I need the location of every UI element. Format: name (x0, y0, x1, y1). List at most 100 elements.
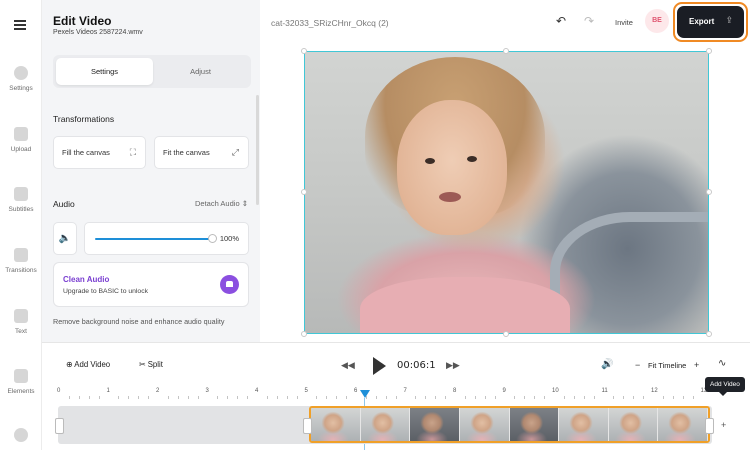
resize-handle[interactable] (503, 48, 509, 54)
ruler-minor-tick (692, 396, 694, 399)
fill-canvas-button[interactable]: Fill the canvas ⛶ (53, 136, 146, 169)
project-file-name[interactable]: cat-32033_SRizCHnr_Okcq (2) (271, 18, 389, 28)
invite-button[interactable]: Invite (615, 18, 633, 27)
ruler-tick-label: 1 (106, 388, 110, 394)
undo-icon[interactable]: ↶ (556, 14, 566, 28)
ruler-tick-label: 5 (304, 388, 308, 394)
resize-handle[interactable] (301, 189, 307, 195)
split-button[interactable]: ✂ Split (139, 360, 163, 369)
resize-handle[interactable] (503, 331, 509, 337)
ruler-tick-label: 4 (255, 388, 259, 394)
ruler-minor-tick (385, 396, 387, 399)
expand-icon: ⤢ (231, 147, 239, 157)
ruler-minor-tick (415, 396, 417, 399)
ruler-minor-tick (177, 396, 179, 399)
ruler-minor-tick (682, 396, 684, 399)
fill-canvas-icon: ⛶ (129, 147, 136, 157)
resize-handle[interactable] (706, 48, 712, 54)
add-track-icon[interactable]: + (721, 420, 726, 430)
clip-thumbnail (559, 408, 609, 441)
redo-icon[interactable]: ↷ (584, 14, 594, 28)
rail-item-upload[interactable]: Upload (0, 127, 42, 153)
ruler-minor-tick (227, 396, 229, 399)
clean-audio-card[interactable]: Clean Audio Upgrade to BASIC to unlock (53, 262, 249, 307)
ruler-minor-tick (78, 396, 80, 399)
volume-slider[interactable]: 100% (84, 222, 249, 255)
canvas-selection (304, 51, 709, 334)
export-button[interactable]: Export ⇪ (677, 6, 744, 38)
detach-audio-button[interactable]: Detach Audio ⇕ (195, 199, 248, 208)
contrast-icon (14, 428, 28, 442)
rail-item-settings[interactable]: Settings (0, 66, 42, 92)
video-clip[interactable] (309, 406, 710, 443)
ruler-minor-tick (544, 396, 546, 399)
panel-subtitle: Pexels Videos 2587224.wmv (53, 29, 143, 36)
ruler-minor-tick (336, 396, 338, 399)
ruler-minor-tick (98, 396, 100, 399)
tab-settings[interactable]: Settings (56, 58, 153, 85)
zoom-out-icon[interactable]: − (635, 360, 640, 370)
fit-canvas-button[interactable]: Fit the canvas ⤢ (154, 136, 249, 169)
speaker-icon[interactable]: 🔈 (53, 222, 77, 255)
ruler-minor-tick (593, 396, 595, 399)
ruler-minor-tick (128, 396, 130, 399)
track-start-handle[interactable] (55, 418, 64, 434)
rail-item-transitions[interactable]: Transitions (0, 248, 42, 274)
add-video-label: Add Video (74, 360, 111, 369)
play-icon[interactable] (373, 357, 386, 375)
current-time: 00:06:1 (397, 360, 436, 371)
timeline-ruler[interactable]: 0 1 2 3 4 5 6 7 8 9 10 11 12 13 (55, 388, 710, 400)
rail-label: Settings (9, 85, 33, 92)
ruler-minor-tick (464, 396, 466, 399)
menu-icon[interactable] (14, 20, 26, 30)
clip-start-handle[interactable] (303, 418, 312, 434)
rail-label: Subtitles (8, 206, 34, 213)
clip-thumbnail (608, 408, 659, 441)
fast-forward-icon[interactable]: ▶▶ (446, 360, 460, 371)
upload-icon: ⇪ (725, 15, 733, 25)
clean-audio-icon[interactable] (220, 275, 239, 294)
rail-label: Text (15, 328, 27, 335)
resize-handle[interactable] (706, 331, 712, 337)
volume-value: 100% (219, 234, 239, 243)
waveform-icon[interactable]: ∿ (718, 358, 726, 369)
avatar[interactable]: BE (645, 9, 669, 33)
gear-icon (14, 66, 28, 80)
ruler-tick-label: 0 (57, 388, 61, 394)
ruler-minor-tick (167, 396, 169, 399)
transitions-icon (14, 248, 28, 262)
volume-track (95, 238, 212, 240)
volume-icon[interactable]: 🔊 (601, 359, 613, 370)
resize-handle[interactable] (301, 48, 307, 54)
resize-handle[interactable] (301, 331, 307, 337)
ruler-minor-tick (326, 396, 328, 399)
ruler-minor-tick (672, 396, 674, 399)
ruler-minor-tick (88, 396, 90, 399)
rail-item-elements[interactable]: Elements (0, 369, 42, 395)
playhead[interactable] (360, 390, 370, 398)
rail-item-more[interactable] (0, 428, 42, 447)
clip-thumbnail (459, 408, 510, 441)
rewind-icon[interactable]: ◀◀ (341, 360, 355, 371)
ruler-minor-tick (316, 396, 318, 399)
resize-handle[interactable] (706, 189, 712, 195)
ruler-minor-tick (187, 396, 189, 399)
fit-timeline-button[interactable]: Fit Timeline (648, 361, 686, 370)
ruler-tick-label: 7 (403, 388, 407, 394)
detach-icon: ⇕ (241, 199, 249, 208)
ruler-minor-tick (445, 396, 447, 399)
volume-knob[interactable] (208, 234, 217, 243)
tab-adjust[interactable]: Adjust (152, 58, 249, 85)
ruler-minor-tick (514, 396, 516, 399)
rail-item-subtitles[interactable]: Subtitles (0, 187, 42, 213)
ruler-tick-label: 8 (453, 388, 457, 394)
ruler-minor-tick (286, 396, 288, 399)
ruler-minor-tick (276, 396, 278, 399)
zoom-in-icon[interactable]: + (694, 360, 699, 370)
clip-end-handle[interactable] (705, 418, 714, 434)
rail-item-text[interactable]: Text (0, 309, 42, 335)
audio-heading: Audio (53, 199, 75, 209)
add-video-button[interactable]: ⊕ Add Video (66, 360, 110, 369)
panel-scrollbar[interactable] (256, 95, 259, 205)
edit-panel: Edit Video Pexels Videos 2587224.wmv Set… (42, 0, 260, 342)
